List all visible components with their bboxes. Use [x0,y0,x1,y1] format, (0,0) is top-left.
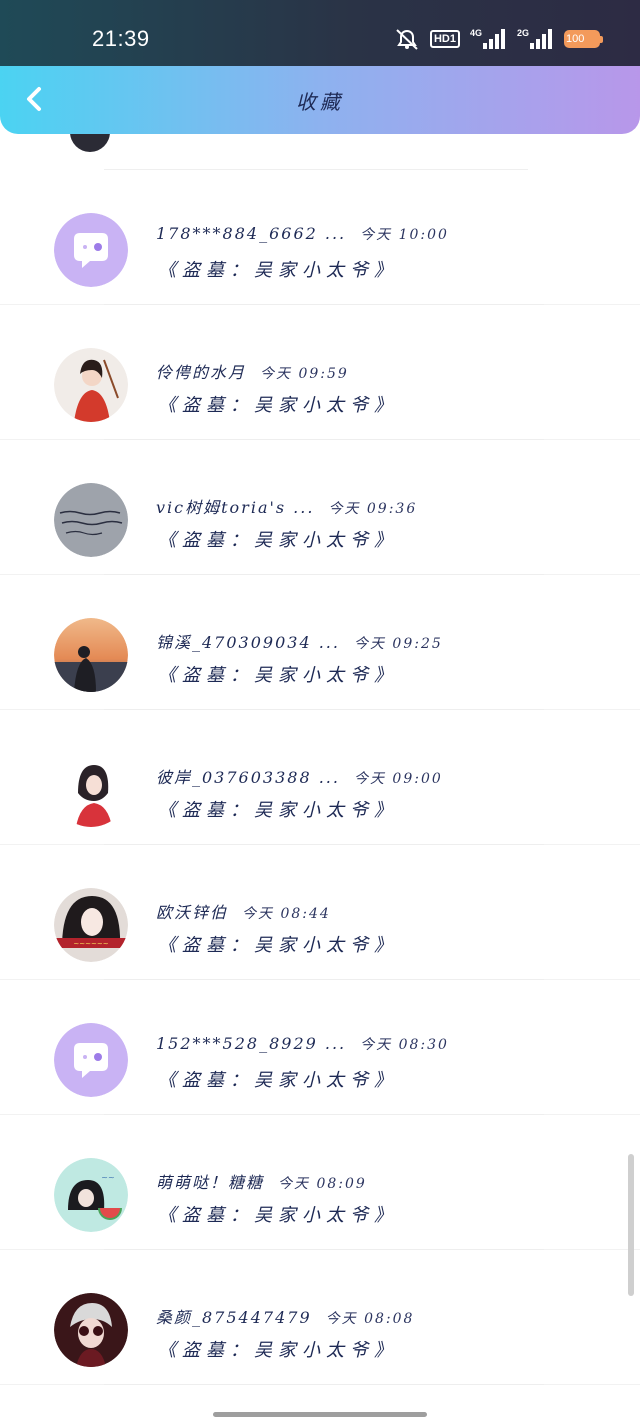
avatar[interactable] [54,618,128,692]
item-header: vic树姆toria's ... 今天 09:36 [156,494,417,518]
avatar[interactable] [54,753,128,827]
item-header: 彼岸_037603388 ... 今天 09:00 [156,764,443,788]
list-item[interactable]: ~~ 萌萌哒！糖糖 今天 08:09 《盗墓：吴家小太爷》 [0,1115,640,1250]
timestamp: 今天 08:30 [360,1037,449,1053]
default-chat-avatar-icon [54,1023,128,1097]
user-name: 欧沃锌伯 [156,903,229,922]
home-indicator[interactable] [213,1412,427,1417]
user-name: 彼岸_037603388 ... [156,768,340,787]
app-header: 收藏 [0,66,640,134]
book-title: 《盗墓：吴家小太爷》 [158,935,398,956]
status-time: 21:39 [92,26,150,51]
favorites-list[interactable]: 178***884_6662 ... 今天 10:00 《盗墓：吴家小太爷》 伶… [0,170,640,1385]
signal-4g-icon: 4G [469,28,507,49]
item-header: 锦溪_470309034 ... 今天 09:25 [156,629,443,653]
avatar[interactable] [54,483,128,557]
book-title: 《盗墓：吴家小太爷》 [158,260,398,281]
timestamp: 今天 09:00 [353,771,443,787]
list-item[interactable]: vic树姆toria's ... 今天 09:36 《盗墓：吴家小太爷》 [0,440,640,575]
book-title: 《盗墓：吴家小太爷》 [158,395,398,416]
timestamp: 今天 09:25 [353,636,443,652]
status-bar: 21:39 HD1 4G 2G 100 [0,0,640,66]
timestamp: 今天 08:08 [325,1311,415,1327]
svg-text:~~~~~~: ~~~~~~ [73,940,108,948]
avatar[interactable] [54,1023,128,1097]
item-header: 152***528_8929 ... 今天 08:30 [156,1034,449,1054]
avatar[interactable] [54,1293,128,1367]
list-item[interactable]: 伶俜的水月 今天 09:59 《盗墓：吴家小太爷》 [0,305,640,440]
item-header: 欧沃锌伯 今天 08:44 [156,899,331,923]
item-header: 伶俜的水月 今天 09:59 [156,359,349,383]
list-item[interactable]: 178***884_6662 ... 今天 10:00 《盗墓：吴家小太爷》 [0,170,640,305]
network-type-label: 4G [469,28,482,38]
photo-avatar-icon: ~~~~~~ [54,888,128,962]
default-chat-avatar-icon [54,213,128,287]
avatar [70,134,110,152]
hd-icon: HD1 [429,30,460,48]
photo-avatar-icon [54,1293,128,1367]
photo-avatar-icon [54,348,128,422]
list-item[interactable]: 彼岸_037603388 ... 今天 09:00 《盗墓：吴家小太爷》 [0,710,640,845]
user-name: 152***528_8929 ... [156,1034,347,1053]
user-name: 178***884_6662 ... [156,224,347,243]
avatar[interactable]: ~~ [54,1158,128,1232]
book-title: 《盗墓：吴家小太爷》 [158,530,398,551]
book-title: 《盗墓：吴家小太爷》 [158,1340,398,1361]
item-header: 桑颜_875447479 今天 08:08 [156,1304,414,1328]
photo-avatar-icon [54,618,128,692]
battery-icon: 100 [564,30,603,48]
timestamp: 今天 08:44 [242,906,331,922]
user-name: 萌萌哒！糖糖 [156,1173,265,1192]
list-item[interactable]: 锦溪_470309034 ... 今天 09:25 《盗墓：吴家小太爷》 [0,575,640,710]
avatar[interactable]: ~~~~~~ [54,888,128,962]
photo-avatar-icon [54,753,128,827]
status-icons: HD1 4G 2G 100 [394,28,603,50]
book-title: 《盗墓：吴家小太爷》 [158,1205,398,1226]
timestamp: 今天 09:59 [260,366,349,382]
mute-bell-icon [394,28,420,50]
avatar[interactable] [54,348,128,422]
scrollbar[interactable] [628,1154,634,1296]
list-item[interactable]: 152***528_8929 ... 今天 08:30 《盗墓：吴家小太爷》 [0,980,640,1115]
page-title: 收藏 [296,90,344,114]
book-title: 《盗墓：吴家小太爷》 [158,1070,398,1091]
user-name: 桑颜_875447479 [156,1308,312,1327]
svg-text:~~: ~~ [101,1173,114,1182]
timestamp: 今天 09:36 [328,501,418,517]
signal-2g-icon: 2G [516,28,554,49]
list-item[interactable]: ~~~~~~ 欧沃锌伯 今天 08:44 《盗墓：吴家小太爷》 [0,845,640,980]
item-header: 178***884_6662 ... 今天 10:00 [156,224,449,244]
divider [104,1384,544,1385]
avatar[interactable] [54,213,128,287]
photo-avatar-icon [54,483,128,557]
timestamp: 今天 10:00 [360,227,449,243]
item-header: 萌萌哒！糖糖 今天 08:09 [156,1169,367,1193]
user-name: 锦溪_470309034 ... [156,633,340,652]
timestamp: 今天 08:09 [278,1176,367,1192]
user-name: 伶俜的水月 [156,363,247,382]
list-item[interactable]: 桑颜_875447479 今天 08:08 《盗墓：吴家小太爷》 [0,1250,640,1385]
network-type-label: 2G [516,28,529,38]
photo-avatar-icon: ~~ [54,1158,128,1232]
list-item-peek [0,134,640,170]
user-name: vic树姆toria's ... [156,498,315,517]
book-title: 《盗墓：吴家小太爷》 [158,665,398,686]
book-title: 《盗墓：吴家小太爷》 [158,800,398,821]
